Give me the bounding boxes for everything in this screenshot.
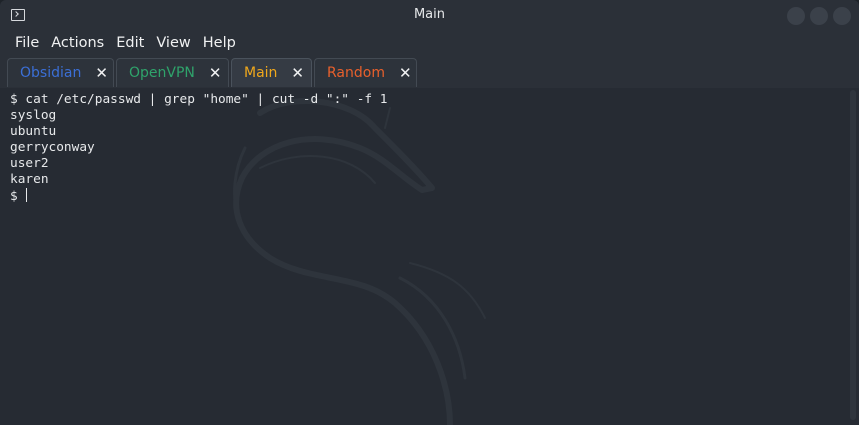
tab-main[interactable]: Main ✕ xyxy=(231,58,312,87)
output-line: gerryconway xyxy=(10,140,95,155)
close-tab-icon[interactable]: ✕ xyxy=(95,64,108,82)
output-line: syslog xyxy=(10,108,57,123)
terminal-text: $ cat /etc/passwd | grep "home" | cut -d… xyxy=(10,92,388,205)
window-title: Main xyxy=(413,7,446,22)
terminal-window: Main File Actions Edit View Help Obsidia… xyxy=(0,0,859,425)
title-bar[interactable]: Main xyxy=(0,0,859,32)
minimize-button[interactable] xyxy=(787,7,805,25)
prompt: $ xyxy=(10,189,26,204)
tab-label: Random xyxy=(327,65,385,81)
tab-label: Main xyxy=(244,65,278,81)
menu-file[interactable]: File xyxy=(15,35,39,51)
command-line: $ cat /etc/passwd | grep "home" | cut -d… xyxy=(10,92,388,107)
terminal-output[interactable]: $ cat /etc/passwd | grep "home" | cut -d… xyxy=(0,88,859,425)
tab-label: OpenVPN xyxy=(129,65,195,81)
close-window-button[interactable] xyxy=(833,7,851,25)
tab-obsidian[interactable]: Obsidian ✕ xyxy=(7,58,114,87)
prompt-line[interactable]: $ xyxy=(10,188,388,205)
tab-openvpn[interactable]: OpenVPN ✕ xyxy=(116,58,229,87)
menu-view[interactable]: View xyxy=(156,35,190,51)
output-line: karen xyxy=(10,172,49,187)
menu-bar: File Actions Edit View Help xyxy=(0,32,859,54)
tab-label: Obsidian xyxy=(20,65,82,81)
scrollbar[interactable] xyxy=(850,90,856,420)
close-tab-icon[interactable]: ✕ xyxy=(209,64,222,82)
close-tab-icon[interactable]: ✕ xyxy=(291,64,304,82)
text-cursor xyxy=(26,188,28,202)
output-line: ubuntu xyxy=(10,124,57,139)
close-tab-icon[interactable]: ✕ xyxy=(399,64,412,82)
tab-random[interactable]: Random ✕ xyxy=(314,58,417,87)
menu-actions[interactable]: Actions xyxy=(51,35,104,51)
maximize-button[interactable] xyxy=(810,7,828,25)
menu-edit[interactable]: Edit xyxy=(116,35,144,51)
menu-help[interactable]: Help xyxy=(203,35,236,51)
output-line: user2 xyxy=(10,156,49,171)
tab-bar: Obsidian ✕ OpenVPN ✕ Main ✕ Random ✕ xyxy=(0,54,859,88)
